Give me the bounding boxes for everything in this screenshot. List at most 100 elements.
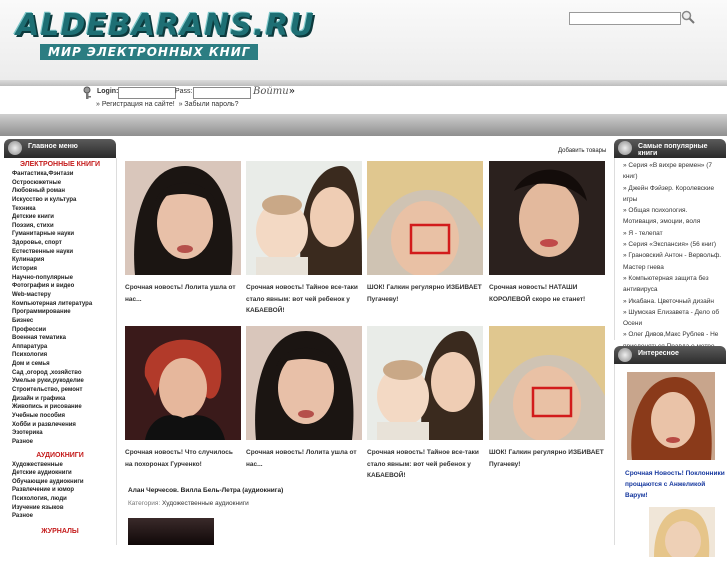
news-tile[interactable]: Срочная новость! Лолита ушла от нас...	[246, 326, 362, 470]
menu-item[interactable]: Военная тематика	[4, 334, 116, 343]
news-tile[interactable]: Срочная новость! Тайное все-таки стало я…	[246, 161, 362, 317]
search-input[interactable]	[569, 12, 681, 25]
news-tile[interactable]: Срочная новость! НАТАШИ КОРОЛЕВОЙ скоро …	[489, 161, 605, 305]
news-photo[interactable]	[489, 161, 605, 275]
menu-item[interactable]: Научно-популярные	[4, 274, 116, 283]
menu-item[interactable]: История	[4, 265, 116, 274]
menu-item[interactable]: Детские аудиокниги	[4, 469, 116, 478]
menu-item[interactable]: Развлечение и юмор	[4, 486, 116, 495]
news-photo[interactable]	[246, 161, 362, 275]
popular-book-item[interactable]: » Компьютерная защита без антивируса	[615, 273, 727, 296]
menu-item[interactable]: Фантастика,Фэнтази	[4, 170, 116, 179]
site-header: ALDEBARANS.RU МИР ЭЛЕКТРОННЫХ КНИГ	[0, 0, 727, 80]
menu-item[interactable]: Обучающие аудиокниги	[4, 478, 116, 487]
login-input[interactable]	[118, 87, 176, 99]
menu-item[interactable]: Естественные науки	[4, 248, 116, 257]
interesting-photo[interactable]	[649, 507, 715, 561]
news-photo[interactable]	[367, 326, 483, 440]
chevron-down-icon	[618, 348, 632, 362]
search-icon[interactable]	[681, 10, 695, 24]
news-tile[interactable]: Срочная новость! Что случилось на похоро…	[125, 326, 241, 470]
menu-item[interactable]: Искусство и культура	[4, 196, 116, 205]
menu-item[interactable]: Дом и семья	[4, 360, 116, 369]
popular-book-item[interactable]: » Серия «В вихре времен» (7 книг)	[615, 160, 727, 183]
menu-item[interactable]: Программирование	[4, 308, 116, 317]
news-tile[interactable]: Срочная новость! Тайное все-таки стало я…	[367, 326, 483, 482]
nav-band	[0, 114, 727, 136]
add-goods-link[interactable]: Добавить товары	[558, 148, 606, 154]
menu-item[interactable]: Гуманитарные науки	[4, 230, 116, 239]
news-caption[interactable]: ШОК! Галкин регулярно ИЗБИВАЕТ Пугачеву!	[367, 282, 483, 305]
menu-item[interactable]: Здоровье, спорт	[4, 239, 116, 248]
news-tile[interactable]: ШОК! Галкин регулярно ИЗБИВАЕТ Пугачеву!	[489, 326, 605, 470]
menu-item[interactable]: Сад ,огород ,хозяйство	[4, 369, 116, 378]
menu-item[interactable]: Строительство, ремонт	[4, 386, 116, 395]
popular-book-item[interactable]: » Общая психология. Мотивация, эмоции, в…	[615, 205, 727, 228]
register-link[interactable]: » Регистрация на сайте!	[96, 101, 175, 108]
category-label: Категория:	[128, 500, 161, 507]
interesting-title: Интересное	[638, 350, 679, 357]
category-link[interactable]: Художественные аудиокниги	[162, 500, 249, 507]
popular-book-item[interactable]: » Шумская Елизавета - Дело об Осени	[615, 307, 727, 330]
menu-section-magazines: ЖУРНАЛЫ	[41, 527, 79, 535]
popular-book-item[interactable]: » Я - телепат	[615, 228, 727, 239]
popular-book-item[interactable]: » Грановский Антон - Вервольф. Мастер гн…	[615, 250, 727, 273]
news-photo[interactable]	[367, 161, 483, 277]
menu-section-audiobooks: АУДИОКНИГИ	[36, 451, 84, 459]
article-title[interactable]: Алан Черчесов. Вилла Бель-Летра (аудиокн…	[128, 487, 283, 494]
password-input[interactable]	[193, 87, 251, 99]
menu-item[interactable]: Живопись и рисование	[4, 403, 116, 412]
menu-item[interactable]: Психология, люди	[4, 495, 116, 504]
menu-item[interactable]: Художественные	[4, 461, 116, 470]
pass-label: Pass:	[175, 88, 193, 95]
menu-item[interactable]: Любовный роман	[4, 187, 116, 196]
menu-item[interactable]: Компьютерная литература	[4, 300, 116, 309]
popular-books-title: Самые популярные книги	[638, 143, 708, 157]
news-tile[interactable]: Срочная новость! Лолита ушла от нас...	[125, 161, 241, 305]
menu-item[interactable]: Поэзия, стихи	[4, 222, 116, 231]
menu-item[interactable]: Эзотерика	[4, 429, 116, 438]
site-logo[interactable]: ALDEBARANS.RU МИР ЭЛЕКТРОННЫХ КНИГ	[16, 10, 315, 61]
menu-item[interactable]: Кулинария	[4, 256, 116, 265]
news-caption[interactable]: Срочная новость! Тайное все-таки стало я…	[367, 447, 483, 482]
login-button[interactable]: Войти»	[253, 86, 295, 97]
news-caption[interactable]: Срочная новость! НАТАШИ КОРОЛЕВОЙ скоро …	[489, 282, 605, 305]
menu-item[interactable]: Детские книги	[4, 213, 116, 222]
logo-subtitle: МИР ЭЛЕКТРОННЫХ КНИГ	[40, 44, 259, 60]
menu-item[interactable]: Бизнес	[4, 317, 116, 326]
news-tile[interactable]: ШОК! Галкин регулярно ИЗБИВАЕТ Пугачеву!	[367, 161, 483, 305]
interesting-caption[interactable]: Срочная Новость! Поклонники прощаются с …	[615, 468, 727, 501]
news-photo[interactable]	[125, 326, 241, 440]
interesting-photo[interactable]	[627, 372, 715, 460]
menu-item[interactable]: Остросюжетные	[4, 179, 116, 188]
menu-item[interactable]: Учебные пособия	[4, 412, 116, 421]
popular-books-list: » Серия «В вихре времен» (7 книг) » Джей…	[614, 158, 727, 350]
menu-item[interactable]: Техника	[4, 205, 116, 214]
menu-item[interactable]: Web-мастеру	[4, 291, 116, 300]
forgot-password-link[interactable]: » Забыли пароль?	[179, 101, 239, 108]
menu-item[interactable]: Дизайн и графика	[4, 395, 116, 404]
popular-book-item[interactable]: » Икабана. Цветочный дизайн	[615, 296, 727, 307]
menu-item[interactable]: Психология	[4, 351, 116, 360]
popular-book-item[interactable]: » Серия «Экспансия» (56 книг)	[615, 239, 727, 250]
news-photo[interactable]	[489, 326, 605, 442]
article-thumbnail[interactable]	[128, 518, 214, 545]
menu-item[interactable]: Разное	[4, 438, 116, 447]
menu-item[interactable]: Разное	[4, 512, 116, 521]
news-caption[interactable]: Срочная новость! Тайное все-таки стало я…	[246, 282, 362, 317]
menu-item[interactable]: Аппаратура	[4, 343, 116, 352]
news-caption[interactable]: Срочная новость! Что случилось на похоро…	[125, 447, 241, 470]
menu-item[interactable]: Профессии	[4, 326, 116, 335]
news-photo[interactable]	[125, 161, 241, 275]
login-label: Login:	[97, 88, 119, 95]
logo-title: ALDEBARANS.RU	[16, 8, 315, 43]
news-photo[interactable]	[246, 326, 362, 440]
menu-item[interactable]: Фотография и видео	[4, 282, 116, 291]
news-caption[interactable]: Срочная новость! Лолита ушла от нас...	[246, 447, 362, 470]
news-caption[interactable]: Срочная новость! Лолита ушла от нас...	[125, 282, 241, 305]
menu-item[interactable]: Изучение языков	[4, 504, 116, 513]
menu-item[interactable]: Умелые руки,рукоделие	[4, 377, 116, 386]
popular-book-item[interactable]: » Джейн Фэйзер. Королевские игры	[615, 183, 727, 206]
news-caption[interactable]: ШОК! Галкин регулярно ИЗБИВАЕТ Пугачеву!	[489, 447, 605, 470]
menu-item[interactable]: Хобби и развлечения	[4, 421, 116, 430]
